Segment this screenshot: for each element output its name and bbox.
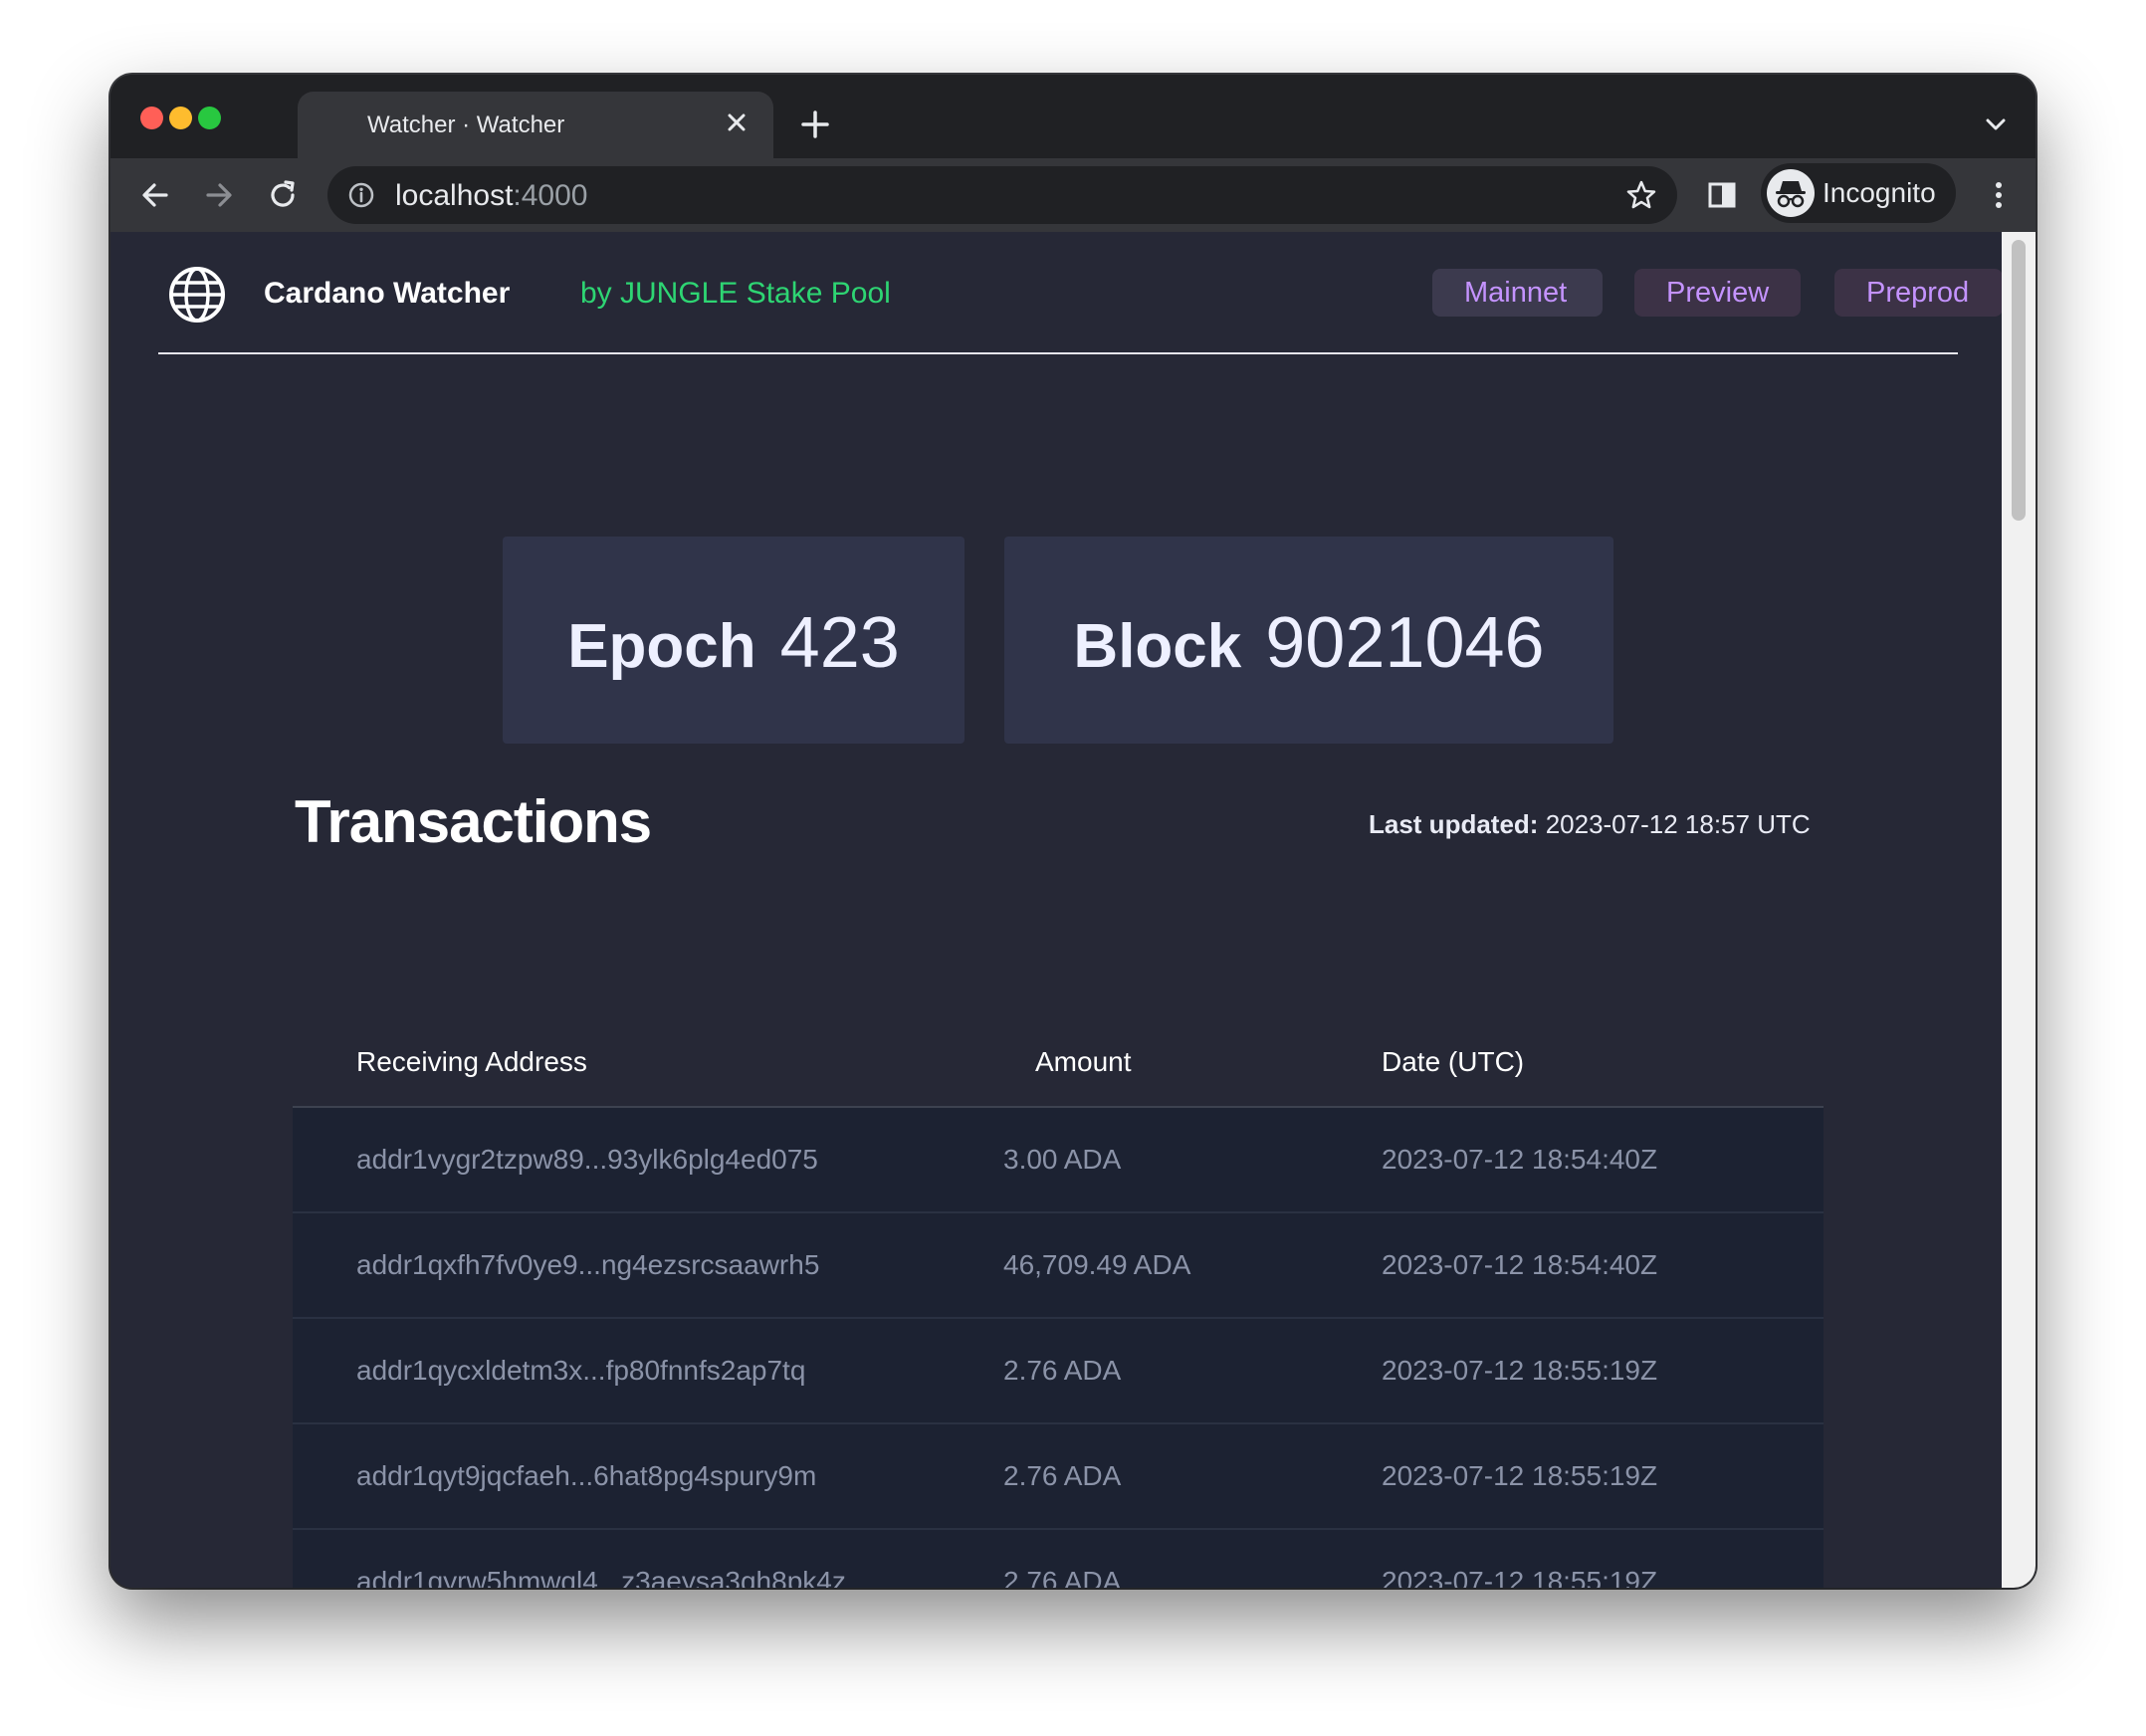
row-date: 2023-07-12 18:54:40Z [1382,1212,1824,1319]
row-address[interactable]: addr1qycxldetm3x...fp80fnnfs2ap7tq [293,1318,1003,1424]
row-address[interactable]: addr1vygr2tzpw89...93ylk6plg4ed075 [293,1107,1003,1213]
site-brand[interactable]: Cardano Watcher [264,277,510,311]
close-icon[interactable] [722,108,751,137]
table-row[interactable]: addr1qyt9jqcfaeh...6hat8pg4spury9m 2.76 … [293,1423,1824,1530]
preprod-button[interactable]: Preprod [1834,269,2002,317]
url-text: localhost:4000 [395,179,588,212]
tab-title: Watcher · Watcher [367,111,565,138]
mainnet-button[interactable]: Mainnet [1432,269,1603,317]
incognito-profile-button[interactable]: Incognito [1761,163,1956,223]
browser-tab[interactable]: Watcher · Watcher [298,92,773,158]
last-updated-value: 2023-07-12 18:57 UTC [1545,809,1811,839]
close-window-button[interactable] [140,107,163,129]
globe-icon[interactable] [166,264,228,326]
menu-icon[interactable] [1980,176,2018,214]
row-amount: 2.76 ADA [1003,1529,1382,1588]
row-date: 2023-07-12 18:55:19Z [1382,1529,1824,1588]
last-updated: Last updated: 2023-07-12 18:57 UTC [1369,809,1811,840]
star-icon[interactable] [1625,179,1657,211]
plus-icon[interactable] [797,107,833,142]
row-date: 2023-07-12 18:55:19Z [1382,1423,1824,1530]
row-address[interactable]: addr1qyrw5hmwql4...z3aeysa3qh8pk4z [293,1529,1003,1588]
scrollbar-thumb[interactable] [2012,240,2026,521]
side-panel-icon[interactable] [1703,176,1741,214]
tab-strip: Watcher · Watcher [110,75,2036,158]
table-row[interactable]: addr1qycxldetm3x...fp80fnnfs2ap7tq 2.76 … [293,1318,1824,1424]
table-row[interactable]: addr1qyrw5hmwql4...z3aeysa3qh8pk4z 2.76 … [293,1529,1824,1588]
minimize-window-button[interactable] [169,107,192,129]
zoom-window-button[interactable] [198,107,221,129]
incognito-icon [1776,181,1806,208]
site-navbar: Cardano Watcher by JUNGLE Stake Pool Mai… [158,232,2002,354]
last-updated-label: Last updated: [1369,809,1539,839]
page-content: Cardano Watcher by JUNGLE Stake Pool Mai… [110,232,2002,1588]
table-row[interactable]: addr1vygr2tzpw89...93ylk6plg4ed075 3.00 … [293,1107,1824,1213]
block-value: 9021046 [1265,603,1545,683]
address-bar[interactable]: localhost:4000 [327,166,1677,224]
transactions-heading: Transactions [295,788,652,855]
column-header-address: Receiving Address [293,1018,1003,1108]
epoch-card: Epoch 423 [503,537,965,744]
table-row[interactable]: addr1qxfh7fv0ye9...ng4ezsrcsaawrh5 46,70… [293,1212,1824,1319]
row-address[interactable]: addr1qxfh7fv0ye9...ng4ezsrcsaawrh5 [293,1212,1003,1319]
browser-window: Watcher · Watcher localhost:4000 Incogni… [110,75,2036,1588]
info-icon[interactable] [347,181,375,209]
chevron-down-icon[interactable] [1982,110,2010,138]
row-amount: 2.76 ADA [1003,1423,1382,1530]
row-amount: 3.00 ADA [1003,1107,1382,1213]
epoch-value: 423 [779,603,900,683]
table-header-row: Receiving Address Amount Date (UTC) [293,1018,1824,1108]
column-header-date: Date (UTC) [1382,1018,1824,1108]
column-header-amount: Amount [1003,1018,1382,1108]
block-card: Block 9021046 [1004,537,1613,744]
row-address[interactable]: addr1qyt9jqcfaeh...6hat8pg4spury9m [293,1423,1003,1530]
site-byline[interactable]: by JUNGLE Stake Pool [580,277,891,311]
browser-toolbar: localhost:4000 Incognito [110,158,2036,232]
row-date: 2023-07-12 18:55:19Z [1382,1318,1824,1424]
forward-icon[interactable] [200,176,238,214]
row-amount: 2.76 ADA [1003,1318,1382,1424]
incognito-avatar [1767,169,1815,217]
back-icon[interactable] [136,176,174,214]
reload-icon[interactable] [264,176,302,214]
incognito-label: Incognito [1823,177,1936,208]
row-date: 2023-07-12 18:54:40Z [1382,1107,1824,1213]
page-scrollbar[interactable] [2002,232,2036,1588]
epoch-label: Epoch [567,612,756,681]
block-label: Block [1073,612,1242,681]
transactions-table: Receiving Address Amount Date (UTC) addr… [293,1018,1824,1588]
preview-button[interactable]: Preview [1634,269,1801,317]
row-amount: 46,709.49 ADA [1003,1212,1382,1319]
